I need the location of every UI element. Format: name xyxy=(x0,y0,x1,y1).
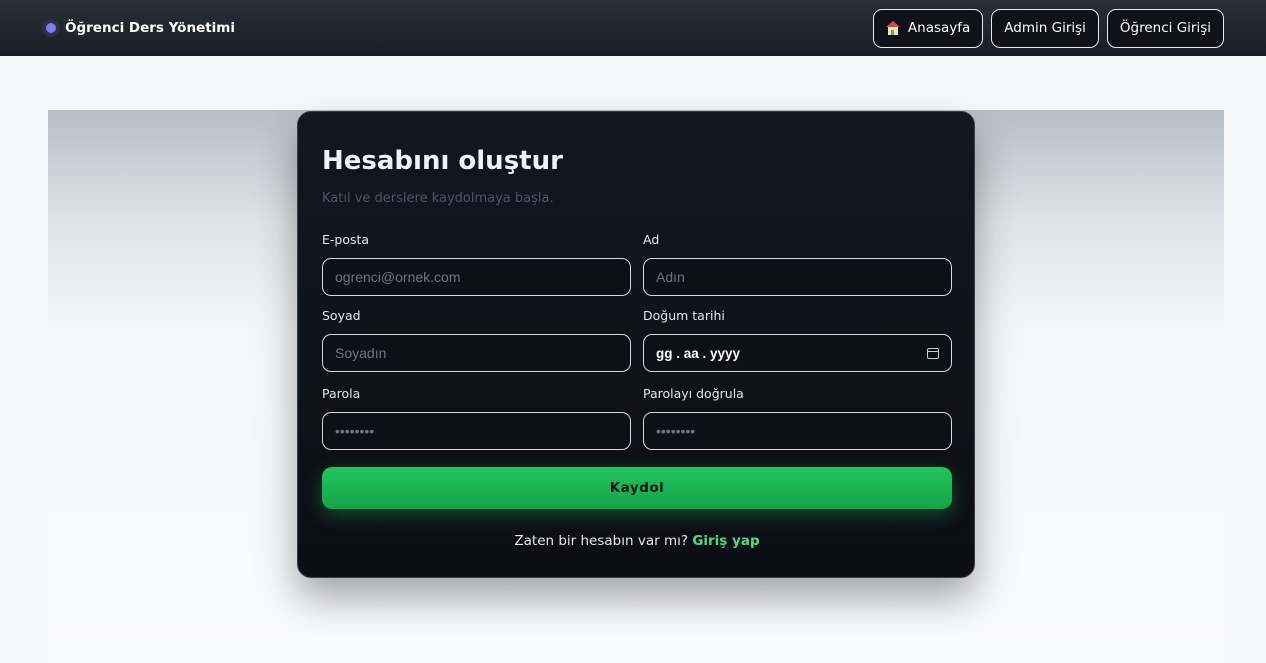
last-name-field[interactable] xyxy=(322,334,631,372)
student-login-label: Öğrenci Girişi xyxy=(1119,20,1211,36)
brand-title: Öğrenci Ders Yönetimi xyxy=(65,20,236,36)
birth-date-value: gg . aa . yyyy xyxy=(656,345,741,361)
email-field[interactable] xyxy=(322,258,631,296)
calendar-icon[interactable] xyxy=(927,347,939,359)
password-confirm-field-group: Parolayı doğrula xyxy=(643,386,952,450)
birth-date-field-group: Doğum tarihi gg . aa . yyyy xyxy=(643,308,952,372)
login-link[interactable]: Giriş yap xyxy=(692,533,759,549)
admin-login-label: Admin Girişi xyxy=(1004,20,1086,36)
first-name-field-group: Ad xyxy=(643,232,952,296)
page-title: Hesabını oluştur xyxy=(322,146,563,176)
admin-login-button[interactable]: Admin Girişi xyxy=(991,8,1099,48)
top-navbar: Öğrenci Ders Yönetimi Anasayfa Admin Gir… xyxy=(0,0,1266,56)
brand-logo-icon xyxy=(42,19,60,37)
student-login-button[interactable]: Öğrenci Girişi xyxy=(1106,8,1224,48)
password-field-group: Parola xyxy=(322,386,631,450)
nav-links: Anasayfa Admin Girişi Öğrenci Girişi xyxy=(872,8,1224,48)
first-name-field[interactable] xyxy=(643,258,952,296)
last-name-field-group: Soyad xyxy=(322,308,631,372)
password-field[interactable] xyxy=(322,412,631,450)
register-button[interactable]: Kaydol xyxy=(322,467,952,509)
login-prompt-text: Zaten bir hesabın var mı? xyxy=(514,533,689,549)
brand[interactable]: Öğrenci Ders Yönetimi xyxy=(42,19,235,37)
birth-date-label: Doğum tarihi xyxy=(643,308,725,323)
home-button-label: Anasayfa xyxy=(907,20,971,36)
register-card: Hesabını oluştur Katıl ve derslere kaydo… xyxy=(297,111,975,578)
first-name-label: Ad xyxy=(643,232,660,247)
password-label: Parola xyxy=(322,386,361,401)
login-prompt: Zaten bir hesabın var mı? Giriş yap xyxy=(298,533,976,549)
home-button[interactable]: Anasayfa xyxy=(872,8,984,48)
birth-date-field[interactable]: gg . aa . yyyy xyxy=(643,334,952,372)
last-name-label: Soyad xyxy=(322,308,361,323)
page-subtitle: Katıl ve derslere kaydolmaya başla. xyxy=(322,191,554,206)
house-icon xyxy=(885,21,900,35)
email-label: E-posta xyxy=(322,232,370,247)
password-confirm-field[interactable] xyxy=(643,412,952,450)
email-field-group: E-posta xyxy=(322,232,631,296)
password-confirm-label: Parolayı doğrula xyxy=(643,386,744,401)
